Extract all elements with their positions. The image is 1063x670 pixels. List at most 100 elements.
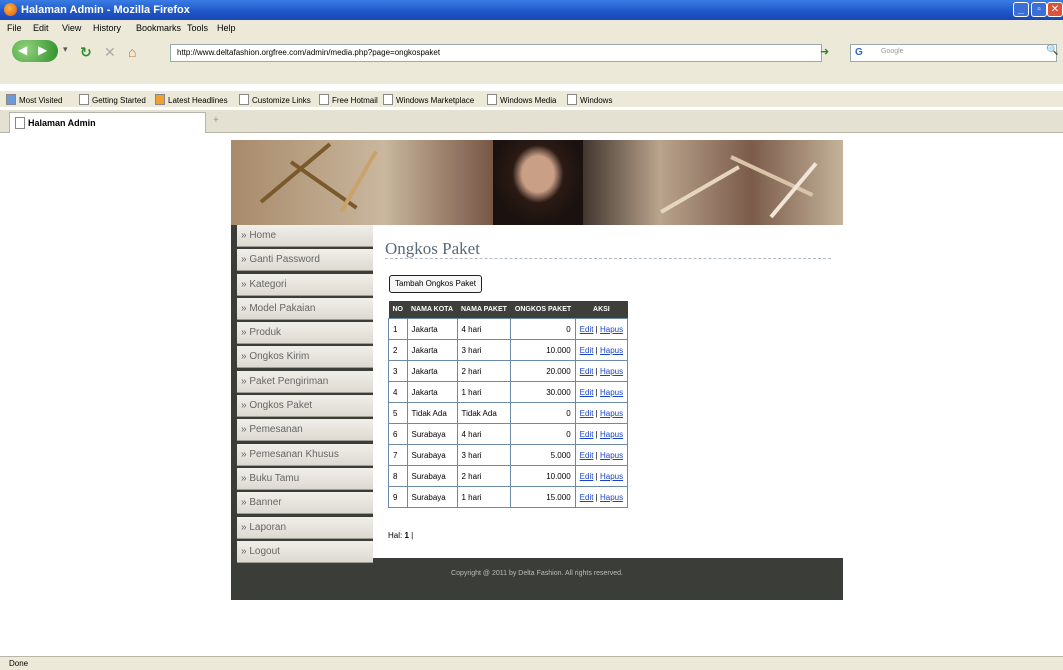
bookmark-getting-started[interactable]: Getting Started [79,94,146,105]
tab-halaman-admin[interactable]: Halaman Admin [9,112,206,133]
pagination-current-page[interactable]: 1 [404,531,408,540]
sidebar-item-produk[interactable]: » Produk [237,322,373,345]
bookmark-label: Windows Media [500,96,557,105]
edit-link[interactable]: Edit [580,388,594,397]
page-title: Ongkos Paket [385,239,480,258]
cell-no: 4 [388,381,408,403]
url-text[interactable]: http://www.deltafashion.orgfree.com/admi… [177,48,440,57]
edit-link[interactable]: Edit [580,325,594,334]
bookmark-windows[interactable]: Windows [567,94,612,105]
banner-model-photo [493,140,583,225]
sidebar-item-home[interactable]: » Home [237,225,373,247]
sidebar-item-kategori[interactable]: » Kategori [237,273,373,296]
edit-link[interactable]: Edit [580,430,594,439]
edit-link[interactable]: Edit [580,409,594,418]
table-row: 3 Jakarta 2 hari 20.000 Edit | Hapus [388,360,629,382]
google-logo-icon[interactable]: G [855,47,863,58]
window-title: Halaman Admin - Mozilla Firefox [21,4,190,16]
cell-ongkos-paket: 0 [510,423,576,445]
hapus-link[interactable]: Hapus [600,388,623,397]
bookmark-page-icon [239,94,249,105]
hapus-link[interactable]: Hapus [600,451,623,460]
column-header-nama-kota: NAMA KOTA [407,301,457,319]
pagination: Hal: 1 | [388,531,413,540]
edit-link[interactable]: Edit [580,346,594,355]
cell-no: 3 [388,360,408,382]
new-tab-button[interactable]: + [213,115,219,126]
cell-nama-paket: 1 hari [456,381,512,403]
cell-aksi: Edit | Hapus [574,402,629,424]
cell-ongkos-paket: 30.000 [510,381,576,403]
sidebar-item-laporan[interactable]: » Laporan [237,516,373,539]
go-arrow-icon[interactable]: ➜ [820,45,829,58]
reload-icon[interactable]: ↻ [80,44,92,61]
back-arrow-icon[interactable]: ◀ [18,43,27,57]
hapus-link[interactable]: Hapus [600,409,623,418]
stop-icon[interactable]: ✕ [104,44,116,61]
edit-link[interactable]: Edit [580,451,594,460]
bookmark-label: Getting Started [92,96,146,105]
bookmark-windows-marketplace[interactable]: Windows Marketplace [383,94,474,105]
banner-hanger-shape [259,142,332,204]
header-banner-image [231,140,843,225]
minimize-button[interactable]: _ [1013,2,1029,17]
bookmark-latest-headlines[interactable]: Latest Headlines [155,94,228,105]
pagination-label: Hal: [388,531,403,540]
hapus-link[interactable]: Hapus [600,367,623,376]
banner-hanger-shape [730,155,814,197]
menu-history[interactable]: History [93,23,121,33]
menu-bookmarks[interactable]: Bookmarks [136,23,181,33]
sidebar-item-ganti-password[interactable]: » Ganti Password [237,249,373,272]
bookmark-windows-media[interactable]: Windows Media [487,94,556,105]
search-placeholder: Google [881,48,904,55]
home-icon[interactable]: ⌂ [128,44,136,60]
hapus-link[interactable]: Hapus [600,346,623,355]
hapus-link[interactable]: Hapus [600,493,623,502]
sidebar-item-model-pakaian[interactable]: » Model Pakaian [237,297,373,320]
close-window-button[interactable]: ✕ [1047,2,1063,17]
cell-aksi: Edit | Hapus [574,423,629,445]
bookmark-customize-links[interactable]: Customize Links [239,94,311,105]
sidebar-item-ongkos-paket[interactable]: » Ongkos Paket [237,395,373,418]
search-bar[interactable]: G Google [850,44,1057,62]
sidebar-item-buku-tamu[interactable]: » Buku Tamu [237,467,373,490]
ongkos-paket-table: NO NAMA KOTA NAMA PAKET ONGKOS PAKET AKS… [388,301,629,508]
table-row: 8 Surabaya 2 hari 10.000 Edit | Hapus [388,465,629,487]
page-icon [15,117,25,129]
cell-no: 5 [388,402,408,424]
tab-label: Halaman Admin [28,118,96,128]
sidebar-item-banner[interactable]: » Banner [237,492,373,515]
edit-link[interactable]: Edit [580,367,594,376]
menu-file[interactable]: File [7,23,22,33]
edit-link[interactable]: Edit [580,472,594,481]
maximize-button[interactable]: ▫ [1031,2,1047,17]
hapus-link[interactable]: Hapus [600,472,623,481]
history-dropdown-icon[interactable]: ▾ [63,44,68,55]
menu-edit[interactable]: Edit [33,23,49,33]
cell-no: 6 [388,423,408,445]
sidebar-item-logout[interactable]: » Logout [237,540,373,563]
sidebar-item-ongkos-kirim[interactable]: » Ongkos Kirim [237,346,373,369]
cell-no: 2 [388,339,408,361]
sidebar-item-paket-pengiriman[interactable]: » Paket Pengiriman [237,370,373,393]
edit-link[interactable]: Edit [580,493,594,502]
hapus-link[interactable]: Hapus [600,430,623,439]
url-bar[interactable]: http://www.deltafashion.orgfree.com/admi… [170,44,822,62]
cell-nama-kota: Jakarta [406,381,458,403]
cell-nama-kota: Jakarta [406,339,458,361]
menu-help[interactable]: Help [217,23,236,33]
menu-tools[interactable]: Tools [187,23,208,33]
bookmark-free-hotmail[interactable]: Free Hotmail [319,94,378,105]
window-titlebar: Halaman Admin - Mozilla Firefox _ ▫ ✕ [0,0,1063,20]
hapus-link[interactable]: Hapus [600,325,623,334]
bookmark-most-visited[interactable]: Most Visited [6,94,62,105]
add-ongkos-paket-button[interactable]: Tambah Ongkos Paket [389,275,482,293]
search-icon[interactable]: 🔍 [1046,45,1058,56]
sidebar-item-pemesanan-khusus[interactable]: » Pemesanan Khusus [237,443,373,466]
table-row: 1 Jakarta 4 hari 0 Edit | Hapus [388,318,629,340]
back-forward-buttons[interactable]: ◀ ▶ [12,40,58,62]
menu-view[interactable]: View [62,23,81,33]
sidebar-item-pemesanan[interactable]: » Pemesanan [237,419,373,442]
cell-nama-kota: Surabaya [406,465,458,487]
forward-arrow-icon[interactable]: ▶ [38,43,47,57]
